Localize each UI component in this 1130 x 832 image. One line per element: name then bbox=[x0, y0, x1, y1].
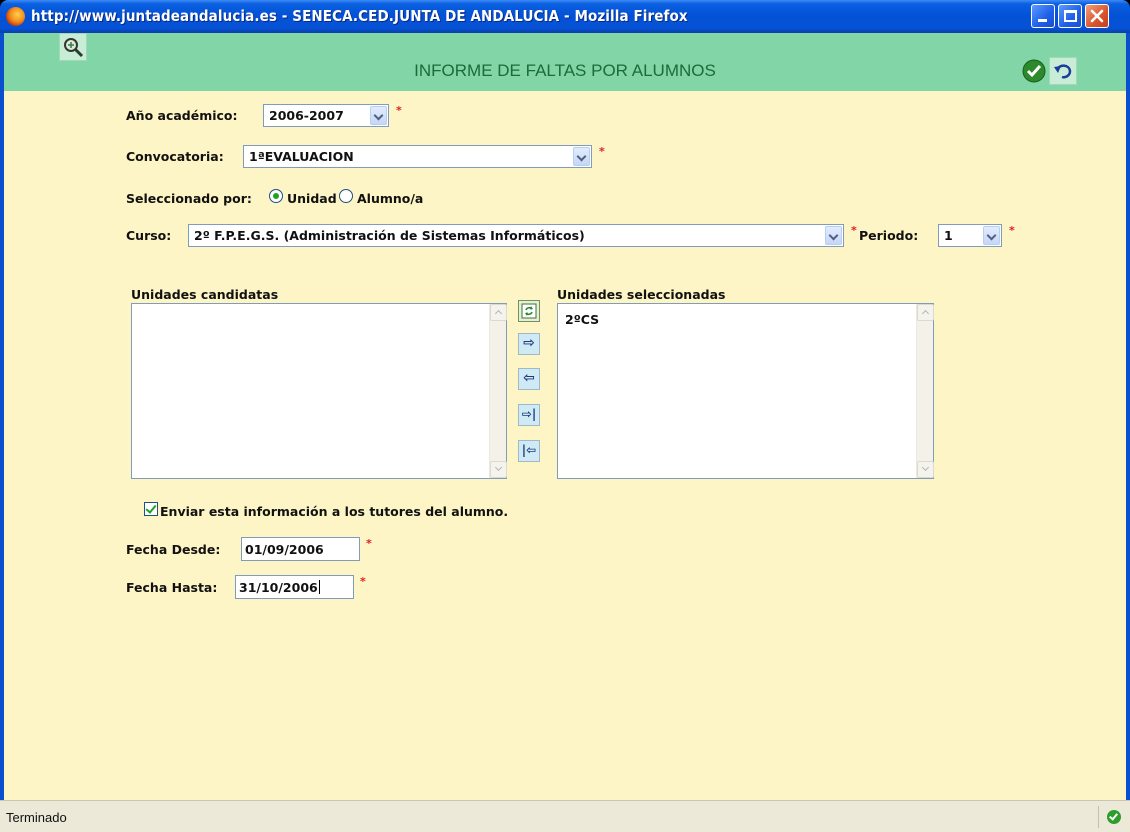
candidatas-label: Unidades candidatas bbox=[131, 287, 279, 302]
arrow-right-bar-icon: ⇨| bbox=[521, 407, 537, 421]
text-caret bbox=[318, 580, 320, 594]
minimize-button[interactable] bbox=[1031, 4, 1055, 28]
arrow-left-icon: ⇦ bbox=[523, 370, 535, 386]
curso-value: 2º F.P.E.G.S. (Administración de Sistema… bbox=[194, 228, 585, 243]
fecha-desde-value: 01/09/2006 bbox=[245, 542, 324, 557]
undo-button[interactable] bbox=[1049, 57, 1077, 85]
refresh-button[interactable] bbox=[518, 300, 540, 322]
status-bar: Terminado bbox=[0, 800, 1130, 832]
form-area: Año académico: 2006-2007 * Convocatoria:… bbox=[4, 91, 1126, 800]
scroll-up-icon[interactable] bbox=[917, 304, 934, 321]
radio-alumno-label[interactable]: Alumno/a bbox=[357, 191, 423, 206]
scroll-down-icon[interactable] bbox=[917, 461, 934, 478]
chevron-down-icon[interactable] bbox=[825, 226, 842, 245]
refresh-icon bbox=[521, 303, 537, 319]
list-item[interactable]: 2ºCS bbox=[565, 312, 599, 327]
accept-button[interactable] bbox=[1020, 57, 1048, 85]
page-header: INFORME DE FALTAS POR ALUMNOS bbox=[4, 33, 1126, 91]
periodo-select[interactable]: 1 bbox=[938, 224, 1002, 247]
radio-alumno[interactable] bbox=[339, 189, 353, 203]
maximize-icon bbox=[1064, 10, 1077, 22]
firefox-icon bbox=[6, 7, 25, 26]
enviar-checkbox[interactable] bbox=[144, 502, 158, 516]
chevron-down-icon[interactable] bbox=[573, 147, 590, 166]
required-mark: * bbox=[366, 537, 372, 550]
radio-unidad[interactable] bbox=[269, 189, 283, 203]
scrollbar[interactable] bbox=[916, 304, 934, 478]
required-mark: * bbox=[396, 104, 402, 117]
anio-label: Año académico: bbox=[126, 108, 238, 123]
required-mark: * bbox=[1009, 224, 1015, 237]
fecha-desde-label: Fecha Desde: bbox=[126, 542, 221, 557]
convocatoria-value: 1ªEVALUACION bbox=[249, 149, 354, 164]
seleccionadas-list[interactable]: 2ºCS bbox=[557, 303, 934, 479]
maximize-button[interactable] bbox=[1058, 4, 1082, 28]
chevron-down-icon[interactable] bbox=[983, 226, 1000, 245]
page-title: INFORME DE FALTAS POR ALUMNOS bbox=[414, 61, 716, 80]
radio-unidad-label[interactable]: Unidad bbox=[287, 191, 337, 206]
periodo-value: 1 bbox=[944, 228, 953, 243]
curso-label: Curso: bbox=[126, 228, 172, 243]
undo-icon bbox=[1054, 64, 1072, 79]
scrollbar[interactable] bbox=[489, 304, 507, 478]
add-all-button[interactable]: ⇨| bbox=[518, 404, 540, 426]
window-title: http://www.juntadeandalucia.es - SENECA.… bbox=[31, 7, 688, 25]
add-one-button[interactable]: ⇨ bbox=[518, 333, 540, 355]
status-divider bbox=[1098, 806, 1099, 828]
scroll-down-icon[interactable] bbox=[490, 461, 507, 478]
anio-value: 2006-2007 bbox=[269, 108, 344, 123]
scroll-up-icon[interactable] bbox=[490, 304, 507, 321]
required-mark: * bbox=[851, 224, 857, 237]
status-text: Terminado bbox=[6, 810, 67, 825]
seleccionadas-label: Unidades seleccionadas bbox=[557, 287, 726, 302]
remove-all-button[interactable]: |⇦ bbox=[518, 440, 540, 462]
required-mark: * bbox=[599, 145, 605, 158]
check-icon bbox=[1107, 810, 1121, 824]
enviar-label[interactable]: Enviar esta información a los tutores de… bbox=[160, 504, 508, 519]
periodo-label: Periodo: bbox=[859, 228, 919, 243]
curso-select[interactable]: 2º F.P.E.G.S. (Administración de Sistema… bbox=[188, 224, 844, 247]
required-mark: * bbox=[360, 575, 366, 588]
arrow-left-bar-icon: |⇦ bbox=[521, 443, 537, 457]
fecha-hasta-label: Fecha Hasta: bbox=[126, 580, 218, 595]
convocatoria-label: Convocatoria: bbox=[126, 149, 224, 164]
search-button[interactable] bbox=[59, 33, 87, 61]
minimize-icon bbox=[1038, 19, 1047, 22]
candidatas-list[interactable] bbox=[131, 303, 507, 479]
seleccionado-label: Seleccionado por: bbox=[126, 191, 252, 206]
remove-one-button[interactable]: ⇦ bbox=[518, 368, 540, 390]
window-frame-right bbox=[1126, 33, 1130, 808]
close-icon bbox=[1090, 9, 1104, 23]
convocatoria-select[interactable]: 1ªEVALUACION bbox=[243, 145, 592, 168]
fecha-desde-input[interactable]: 01/09/2006 bbox=[241, 537, 360, 561]
search-icon bbox=[64, 38, 84, 58]
anio-select[interactable]: 2006-2007 bbox=[263, 104, 389, 127]
window-titlebar[interactable]: http://www.juntadeandalucia.es - SENECA.… bbox=[0, 0, 1130, 33]
fecha-hasta-value: 31/10/2006 bbox=[239, 580, 318, 595]
fecha-hasta-input[interactable]: 31/10/2006 bbox=[235, 575, 354, 599]
close-button[interactable] bbox=[1085, 4, 1109, 28]
arrow-right-icon: ⇨ bbox=[523, 335, 535, 351]
chevron-down-icon[interactable] bbox=[370, 106, 387, 125]
check-icon bbox=[1022, 59, 1046, 83]
